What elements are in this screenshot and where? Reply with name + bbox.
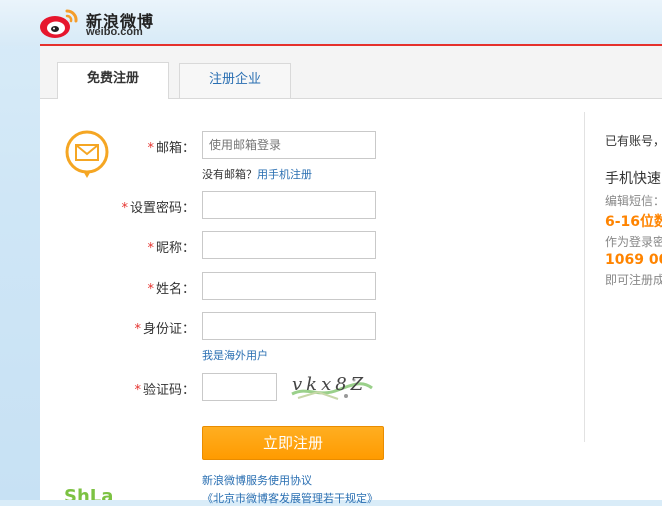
mail-icon bbox=[65, 130, 109, 178]
brand-name-en: weibo.com bbox=[86, 26, 143, 38]
edit-sms-text: 编辑短信： bbox=[605, 194, 662, 208]
overseas-user-link[interactable]: 我是海外用户 bbox=[202, 347, 268, 363]
required-mark: * bbox=[121, 201, 128, 216]
password-label: * 设置密码： bbox=[120, 197, 195, 216]
password-input[interactable] bbox=[202, 191, 376, 219]
required-mark: * bbox=[134, 383, 141, 398]
column-divider bbox=[584, 112, 585, 442]
terms-link[interactable]: 新浪微博服务使用协议 bbox=[202, 472, 312, 488]
instant-register-text: 即可注册成 bbox=[605, 273, 662, 287]
register-button[interactable]: 立即注册 bbox=[202, 426, 384, 460]
required-mark: * bbox=[147, 282, 154, 297]
captcha-input[interactable] bbox=[202, 373, 277, 401]
tab-free-register[interactable]: 免费注册 bbox=[57, 62, 169, 99]
email-label-text: 邮箱： bbox=[155, 141, 195, 156]
have-account-text: 已有账号， bbox=[605, 134, 662, 148]
name-label-text: 姓名： bbox=[155, 282, 195, 297]
nickname-label-text: 昵称： bbox=[155, 241, 195, 256]
sms-number-text: 1069 00 bbox=[605, 252, 662, 268]
id-card-label: * 身份证： bbox=[120, 318, 195, 337]
email-input[interactable] bbox=[202, 131, 376, 159]
as-password-text: 作为登录密 bbox=[605, 235, 662, 249]
captcha-image[interactable]: vkx8Z bbox=[288, 372, 374, 402]
name-label: * 姓名： bbox=[120, 278, 195, 297]
captcha-label: * 验证码： bbox=[120, 379, 195, 398]
required-mark: * bbox=[147, 141, 154, 156]
decorative-leaf-icon: ShLa bbox=[64, 488, 113, 500]
email-label: * 邮箱： bbox=[120, 137, 195, 156]
required-mark: * bbox=[147, 241, 154, 256]
tab-enterprise-register[interactable]: 注册企业 bbox=[179, 63, 291, 98]
digits-range-text: 6-16位数 bbox=[605, 214, 662, 230]
phone-register-link[interactable]: 用手机注册 bbox=[257, 168, 312, 181]
id-card-label-text: 身份证： bbox=[142, 322, 195, 337]
no-email-hint: 没有邮箱？用手机注册 bbox=[202, 166, 312, 182]
required-mark: * bbox=[134, 322, 141, 337]
phone-fast-register-title: 手机快速 bbox=[605, 171, 661, 187]
tab-bar: 免费注册 注册企业 bbox=[40, 46, 662, 99]
regulations-link[interactable]: 《北京市微博客发展管理若干规定》 bbox=[202, 490, 378, 506]
registration-panel: 免费注册 注册企业 *邮箱： 没有邮箱？用手机注册 *设置密码： *昵称： *姓… bbox=[40, 46, 662, 505]
weibo-logo-icon[interactable] bbox=[38, 6, 82, 40]
nickname-input[interactable] bbox=[202, 231, 376, 259]
id-card-input[interactable] bbox=[202, 312, 376, 340]
captcha-text: vkx8Z bbox=[292, 374, 368, 395]
password-label-text: 设置密码： bbox=[129, 201, 195, 216]
no-email-text: 没有邮箱？ bbox=[202, 168, 257, 181]
name-input[interactable] bbox=[202, 272, 376, 300]
captcha-label-text: 验证码： bbox=[142, 383, 195, 398]
svg-text:ShLa: ShLa bbox=[64, 488, 113, 500]
nickname-label: * 昵称： bbox=[120, 237, 195, 256]
header: 新浪微博 weibo.com bbox=[0, 0, 662, 46]
